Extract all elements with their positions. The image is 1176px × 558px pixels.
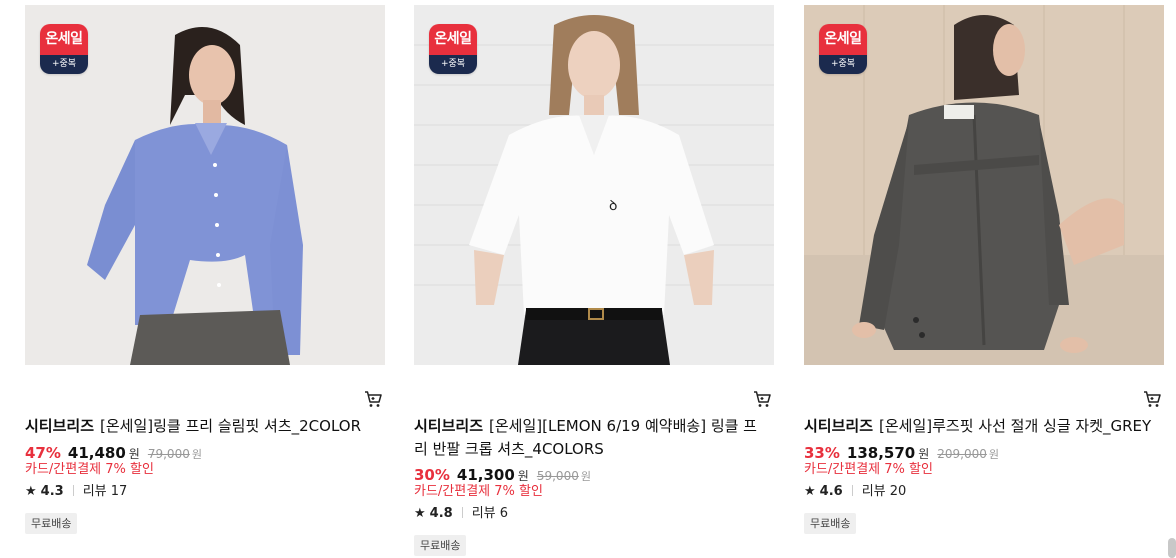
original-price: 209,000	[937, 447, 987, 461]
star-icon: ★	[414, 506, 426, 521]
badge-label: 온세일	[429, 24, 477, 55]
product-card[interactable]: 온세일 +중복 시티브리즈 [온세일]루즈핏 사선 절개 싱글 자켓_GREY 3…	[804, 5, 1164, 558]
rating-score: 4.8	[429, 506, 453, 521]
badge-sublabel: +중복	[819, 55, 867, 74]
free-shipping-tag: 무료배송	[25, 513, 78, 534]
rating-row: ★ 4.3 리뷰 17	[25, 483, 127, 501]
brand-name[interactable]: 시티브리즈	[414, 417, 483, 435]
card-discount-text: 카드/간편결제 7% 할인	[25, 462, 154, 477]
brand-name[interactable]: 시티브리즈	[804, 417, 873, 435]
product-card[interactable]: 온세일 +중복 시티브리즈 [온세일]링클 프리 슬림핏 셔츠_2COLOR 47…	[25, 5, 385, 558]
price-unit: 원	[128, 447, 140, 461]
original-price-unit: 원	[580, 470, 591, 483]
free-shipping-tag: 무료배송	[414, 535, 467, 556]
product-card[interactable]: ꝺ 온세일 +중복 시티브리즈 [온세일][LEMON 6/19 예약배송] 링클…	[414, 5, 774, 558]
review-count: 리뷰 17	[82, 484, 128, 499]
card-discount-text: 카드/간편결제 7% 할인	[804, 462, 933, 477]
product-name[interactable]: [온세일]링클 프리 슬림핏 셔츠_2COLOR	[100, 417, 361, 435]
brand-name[interactable]: 시티브리즈	[25, 417, 94, 435]
star-icon: ★	[25, 484, 37, 499]
original-price: 59,000	[536, 469, 579, 483]
review-count: 리뷰 6	[471, 506, 509, 521]
divider	[461, 507, 463, 518]
badge-sublabel: +중복	[429, 55, 477, 74]
product-title[interactable]: 시티브리즈 [온세일]루즈핏 사선 절개 싱글 자켓_GREY	[804, 415, 1154, 438]
cart-icon[interactable]	[1142, 389, 1162, 409]
sale-price: 41,300	[456, 466, 515, 484]
card-discount-text: 카드/간편결제 7% 할인	[414, 484, 543, 499]
svg-text:ꝺ: ꝺ	[609, 198, 617, 214]
review-count: 리뷰 20	[861, 484, 907, 499]
sale-price: 138,570	[846, 444, 916, 462]
star-icon: ★	[804, 484, 816, 499]
cart-icon[interactable]	[752, 389, 772, 409]
sale-price: 41,480	[67, 444, 126, 462]
discount-percent: 30%	[414, 466, 450, 484]
badge-sublabel: +중복	[40, 55, 88, 74]
badge-label: 온세일	[40, 24, 88, 55]
rating-row: ★ 4.8 리뷰 6	[414, 505, 508, 523]
cart-icon[interactable]	[363, 389, 383, 409]
badge-label: 온세일	[819, 24, 867, 55]
discount-percent: 33%	[804, 444, 840, 462]
divider	[72, 485, 74, 496]
original-price: 79,000	[147, 447, 190, 461]
product-title[interactable]: 시티브리즈 [온세일]링클 프리 슬림핏 셔츠_2COLOR	[25, 415, 375, 438]
onsale-badge: 온세일 +중복	[819, 24, 867, 74]
onsale-badge: 온세일 +중복	[40, 24, 88, 74]
rating-row: ★ 4.6 리뷰 20	[804, 483, 906, 501]
divider	[851, 485, 853, 496]
original-price-unit: 원	[988, 448, 1000, 461]
price-unit: 원	[918, 447, 930, 461]
price-unit: 원	[517, 469, 529, 483]
onsale-badge: 온세일 +중복	[429, 24, 477, 74]
product-title[interactable]: 시티브리즈 [온세일][LEMON 6/19 예약배송] 링클 프리 반팔 크롭 …	[414, 415, 764, 461]
discount-percent: 47%	[25, 444, 61, 462]
scrollbar-thumb[interactable]	[1168, 538, 1176, 558]
free-shipping-tag: 무료배송	[804, 513, 857, 534]
rating-score: 4.3	[40, 484, 64, 499]
product-name[interactable]: [온세일]루즈핏 사선 절개 싱글 자켓_GREY	[879, 417, 1151, 435]
rating-score: 4.6	[819, 484, 843, 499]
original-price-unit: 원	[191, 448, 202, 461]
